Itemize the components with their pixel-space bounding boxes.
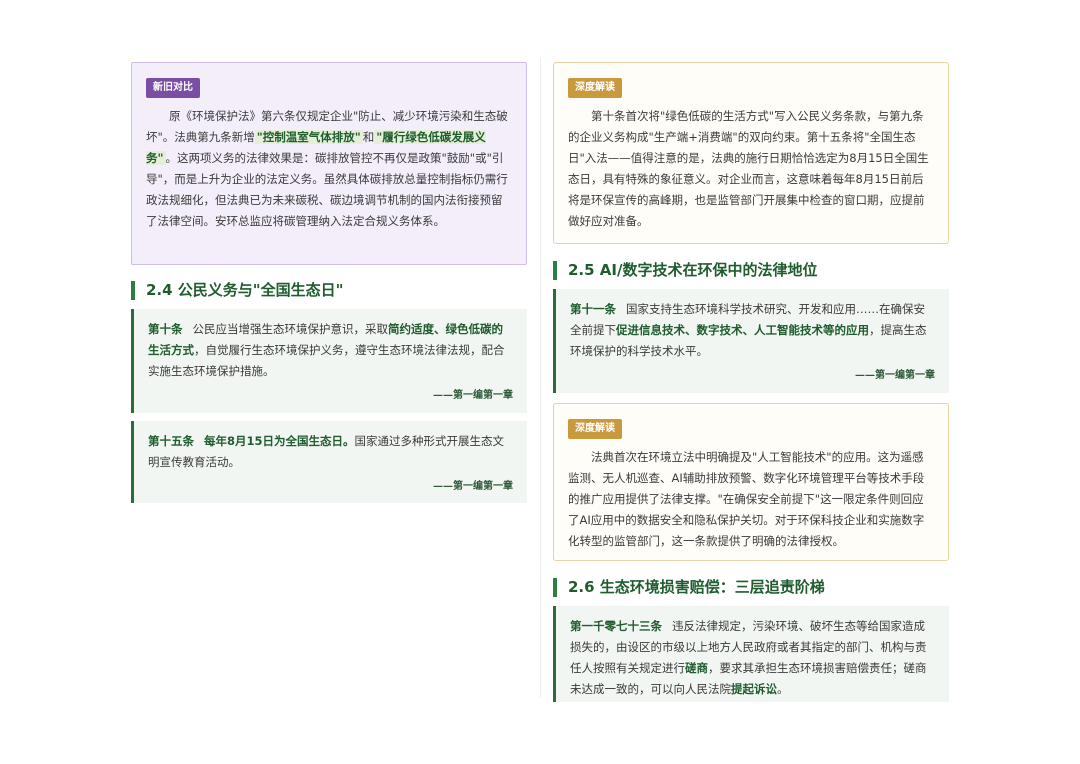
article-10-source: ——第一编第一章 <box>433 390 513 401</box>
compare-tag: 新旧对比 <box>146 78 200 98</box>
article-15-bold: 每年8月15日为全国生态日。 <box>204 434 355 448</box>
compare-text: 原《环境保护法》第六条仅规定企业"防止、减少环境污染和生态破坏"。法典第九条新增… <box>146 106 512 232</box>
article-11-box: 第十一条 国家支持生态环境科学技术研究、开发和应用……在确保安全前提下促进信息技术… <box>553 289 949 393</box>
compare-box: 新旧对比 原《环境保护法》第六条仅规定企业"防止、减少环境污染和生态破坏"。法典… <box>131 62 527 265</box>
insight-box-1: 深度解读 第十条首次将"绿色低碳的生活方式"写入公民义务条款，与第九条的企业义务… <box>553 62 949 244</box>
right-column: 深度解读 第十条首次将"绿色低碳的生活方式"写入公民义务条款，与第九条的企业义务… <box>553 62 949 702</box>
compare-highlight-1: "控制温室气体排放" <box>254 130 363 144</box>
article-11-bold: 促进信息技术、数字技术、人工智能技术等的应用 <box>616 323 869 337</box>
article-11-number: 第十一条 <box>570 302 616 316</box>
insight-tag-2: 深度解读 <box>568 419 622 439</box>
compare-text-2: 和 <box>362 130 375 144</box>
article-10-text-1: 公民应当增强生态环境保护意识，采取 <box>192 322 389 336</box>
left-column: 新旧对比 原《环境保护法》第六条仅规定企业"防止、减少环境污染和生态破坏"。法典… <box>131 62 527 503</box>
article-1073-bold-1: 磋商 <box>685 661 708 675</box>
compare-text-3: 。这两项义务的法律效果是：碳排放管控不再仅是政策"鼓励"或"引导"，而是上升为企… <box>146 151 508 228</box>
article-10-text: 第十条 公民应当增强生态环境保护意识，采取简约适度、绿色低碳的生活方式，自觉履行生… <box>148 319 513 382</box>
article-1073-text: 第一千零七十三条 违反法律规定，污染环境、破坏生态等给国家造成损失的，由设区的市级… <box>570 616 935 700</box>
insight-box-2: 深度解读 法典首次在环境立法中明确提及"人工智能技术"的应用。这为遥感监测、无人… <box>553 403 949 561</box>
section-title-2-6: 2.6 生态环境损害赔偿：三层追责阶梯 <box>553 578 949 597</box>
article-15-source: ——第一编第一章 <box>433 481 513 492</box>
article-1073-box: 第一千零七十三条 违反法律规定，污染环境、破坏生态等给国家造成损失的，由设区的市级… <box>553 606 949 702</box>
section-title-2-5: 2.5 AI/数字技术在环保中的法律地位 <box>553 261 949 280</box>
article-15-number: 第十五条 <box>148 434 194 448</box>
article-1073-text-3: 。 <box>777 682 789 696</box>
article-10-box: 第十条 公民应当增强生态环境保护意识，采取简约适度、绿色低碳的生活方式，自觉履行生… <box>131 309 527 413</box>
article-10-number: 第十条 <box>148 322 183 336</box>
article-15-text: 第十五条 每年8月15日为全国生态日。国家通过多种形式开展生态文明宣传教育活动。 <box>148 431 513 473</box>
article-15-box: 第十五条 每年8月15日为全国生态日。国家通过多种形式开展生态文明宣传教育活动。 … <box>131 421 527 503</box>
section-title-2-4: 2.4 公民义务与"全国生态日" <box>131 281 527 300</box>
article-10-text-2: ，自觉履行生态环境保护义务，遵守生态环境法律法规，配合实施生态环境保护措施。 <box>148 343 505 378</box>
insight-text-1: 第十条首次将"绿色低碳的生活方式"写入公民义务条款，与第九条的企业义务构成"生产… <box>568 109 929 228</box>
article-1073-bold-2: 提起诉讼 <box>731 682 777 696</box>
insight-text-2: 法典首次在环境立法中明确提及"人工智能技术"的应用。这为遥感监测、无人机巡查、A… <box>568 450 925 548</box>
article-1073-number: 第一千零七十三条 <box>570 619 662 633</box>
article-11-source: ——第一编第一章 <box>855 370 935 381</box>
column-divider <box>540 58 541 698</box>
insight-tag-1: 深度解读 <box>568 78 622 98</box>
article-11-text: 第十一条 国家支持生态环境科学技术研究、开发和应用……在确保安全前提下促进信息技术… <box>570 299 935 362</box>
